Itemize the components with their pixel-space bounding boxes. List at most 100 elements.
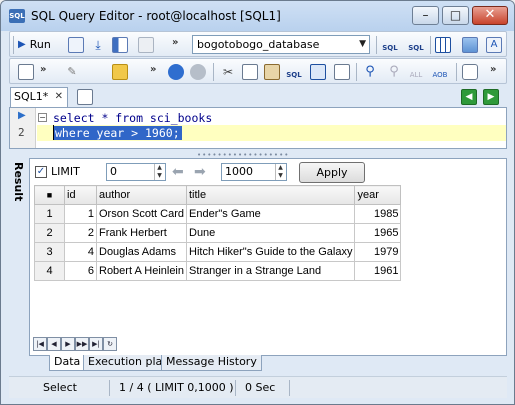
- fold-toggle-icon[interactable]: −: [38, 113, 47, 122]
- query-editor-window: SQL SQL Query Editor - root@localhost [S…: [0, 0, 515, 405]
- blank-page-button[interactable]: [334, 62, 350, 81]
- paste-sql-button[interactable]: SQL: [286, 62, 302, 81]
- new-query-icon: [18, 63, 34, 80]
- table-row[interactable]: 1 1 Orson Scott Card Ender"s Game 1985: [34, 204, 402, 224]
- sql-tools-button[interactable]: SQL: [408, 35, 424, 54]
- new-query-button[interactable]: [18, 62, 34, 81]
- toolbar2-overflow-chevron-3[interactable]: »: [490, 64, 496, 75]
- code-line-2-selected[interactable]: where year > 1960;: [53, 126, 182, 140]
- explain-button[interactable]: [112, 35, 128, 54]
- next-tab-button[interactable]: ▶: [483, 89, 499, 105]
- cell-author[interactable]: Douglas Adams: [96, 242, 187, 262]
- arrow-right-icon: ▶: [487, 92, 495, 102]
- select-all-button[interactable]: [310, 62, 326, 81]
- find-all-button[interactable]: ALL: [408, 62, 424, 81]
- cell-id[interactable]: 2: [64, 223, 97, 243]
- tab-data[interactable]: Data: [49, 355, 86, 371]
- database-select[interactable]: bogotobogo_database ▼: [192, 35, 370, 54]
- chevron-down-icon: ▼: [359, 39, 366, 49]
- cell-title[interactable]: Hitch Hiker"s Guide to the Galaxy: [185, 242, 356, 262]
- replace-button[interactable]: AOB: [432, 62, 448, 81]
- tab-message-history[interactable]: Message History: [161, 355, 262, 371]
- column-header-author[interactable]: author: [96, 185, 187, 205]
- column-header-year[interactable]: year: [354, 185, 402, 205]
- step-button[interactable]: ⤓: [90, 35, 106, 54]
- row-number[interactable]: 3: [34, 242, 65, 262]
- toolbar1-overflow-chevron[interactable]: »: [172, 37, 178, 48]
- table-row[interactable]: 3 4 Douglas Adams Hitch Hiker"s Guide to…: [34, 242, 402, 262]
- comment-button[interactable]: [462, 62, 478, 81]
- run-button[interactable]: ▶ Run: [18, 35, 51, 54]
- table-row[interactable]: 2 2 Frank Herbert Dune 1965: [34, 223, 402, 243]
- text-view-button[interactable]: A: [486, 35, 502, 54]
- clear-button[interactable]: ✎: [64, 62, 80, 81]
- column-header-title[interactable]: title: [185, 185, 356, 205]
- toolbar-separator: [430, 36, 431, 54]
- title-bar[interactable]: SQL SQL Query Editor - root@localhost [S…: [1, 1, 514, 31]
- tab-close-icon[interactable]: ✕: [55, 88, 63, 106]
- result-grid[interactable]: ■ id author title year 1 1 Orson Scott C…: [34, 185, 402, 281]
- comment-icon: [462, 63, 478, 80]
- cell-id[interactable]: 6: [64, 261, 97, 281]
- row-number[interactable]: 2: [34, 223, 65, 243]
- row-number[interactable]: 1: [34, 204, 65, 224]
- limit-spinner[interactable]: 1000 ▲ ▼: [221, 163, 287, 181]
- replace-icon: AOB: [432, 70, 448, 79]
- close-icon: ✕: [484, 7, 496, 22]
- image-view-button[interactable]: [462, 35, 478, 54]
- cell-year[interactable]: 1965: [354, 223, 402, 243]
- cell-title[interactable]: Ender"s Game: [185, 204, 356, 224]
- last-record-icon[interactable]: ▶|: [89, 337, 103, 351]
- status-bar: Select 1 / 4 ( LIMIT 0,1000 ) 0 Sec: [9, 376, 507, 398]
- limit-checkbox[interactable]: ✓: [35, 166, 47, 178]
- row-number[interactable]: 4: [34, 261, 65, 281]
- code-line-1[interactable]: select * from sci_books: [53, 111, 212, 125]
- sql-editor[interactable]: ▶ 2 − select * from sci_books where year…: [9, 107, 507, 149]
- column-header-id[interactable]: id: [64, 185, 97, 205]
- previous-tab-button[interactable]: ◀: [461, 89, 477, 105]
- toolbar2-overflow-chevron-1[interactable]: »: [40, 64, 46, 75]
- paste-button[interactable]: [264, 62, 280, 81]
- next-record-icon[interactable]: ▶: [61, 337, 75, 351]
- spinner-arrows-icon[interactable]: ▲ ▼: [275, 164, 285, 180]
- maximize-button[interactable]: □: [442, 6, 469, 25]
- cut-button[interactable]: ✂: [220, 62, 236, 81]
- cell-year[interactable]: 1979: [354, 242, 402, 262]
- cell-year[interactable]: 1985: [354, 204, 402, 224]
- run-current-button[interactable]: [68, 35, 84, 54]
- apply-button[interactable]: Apply: [299, 162, 365, 183]
- minimize-button[interactable]: –: [412, 6, 439, 25]
- tab-sql1[interactable]: SQL1* ✕: [10, 87, 68, 107]
- spinner-arrows-icon[interactable]: ▲ ▼: [154, 164, 164, 180]
- grid-view-button[interactable]: [435, 35, 451, 54]
- format-sql-button[interactable]: SQL: [382, 35, 398, 54]
- find-next-button[interactable]: ⚲: [386, 62, 402, 81]
- table-row[interactable]: 4 6 Robert A Heinlein Stranger in a Stra…: [34, 261, 402, 281]
- page-forward-arrow-icon[interactable]: ➡: [194, 164, 206, 180]
- cell-title[interactable]: Dune: [185, 223, 356, 243]
- cell-author[interactable]: Orson Scott Card: [96, 204, 187, 224]
- cell-id[interactable]: 1: [64, 204, 97, 224]
- cell-year[interactable]: 1961: [354, 261, 402, 281]
- open-file-button[interactable]: [112, 62, 128, 81]
- cell-id[interactable]: 4: [64, 242, 97, 262]
- close-button[interactable]: ✕: [472, 6, 508, 25]
- grid-corner[interactable]: ■: [34, 185, 65, 205]
- back-button[interactable]: [168, 62, 184, 81]
- pause-button[interactable]: [138, 35, 154, 54]
- page-back-arrow-icon[interactable]: ⬅: [172, 164, 184, 180]
- first-record-icon[interactable]: |◀: [33, 337, 47, 351]
- toolbar2-overflow-chevron-2[interactable]: »: [150, 64, 156, 75]
- new-tab-button[interactable]: [77, 89, 93, 105]
- find-button[interactable]: ⚲: [362, 62, 378, 81]
- cell-title[interactable]: Stranger in a Strange Land: [185, 261, 356, 281]
- offset-spinner[interactable]: 0 ▲ ▼: [106, 163, 166, 181]
- fast-forward-icon[interactable]: ▶▶: [75, 337, 89, 351]
- cell-author[interactable]: Frank Herbert: [96, 223, 187, 243]
- previous-record-icon[interactable]: ◀: [47, 337, 61, 351]
- forward-button[interactable]: [190, 62, 206, 81]
- cell-author[interactable]: Robert A Heinlein: [96, 261, 187, 281]
- copy-button[interactable]: [242, 62, 258, 81]
- toolbar-separator: [456, 63, 457, 81]
- refresh-icon[interactable]: ↻: [103, 337, 117, 351]
